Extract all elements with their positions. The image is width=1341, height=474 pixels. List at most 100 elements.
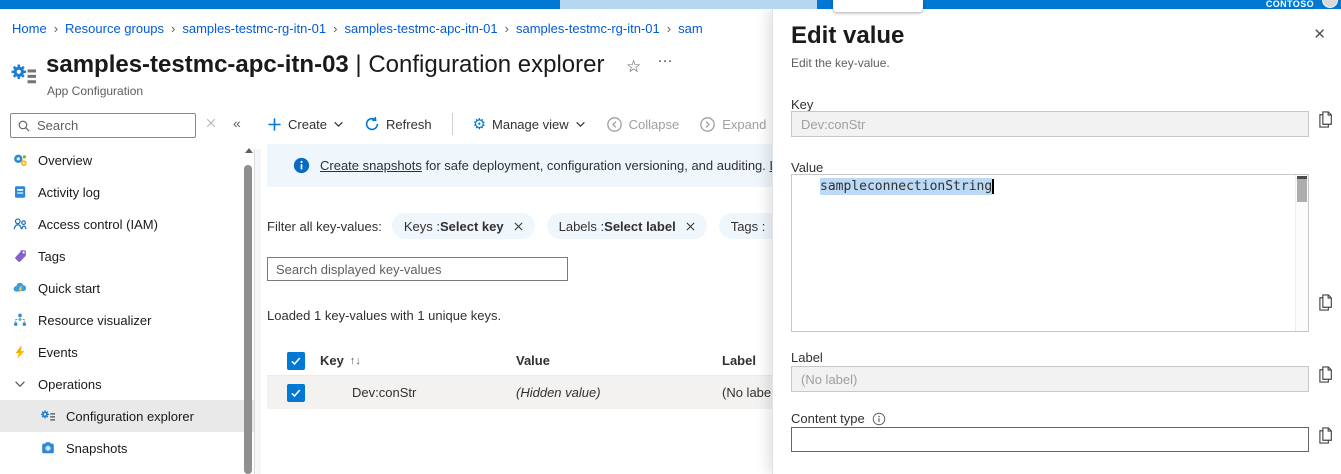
row-value: (Hidden value) — [516, 385, 601, 400]
search-icon — [17, 119, 31, 133]
refresh-label: Refresh — [386, 117, 432, 132]
sidebar-item-tags[interactable]: Tags — [0, 240, 255, 272]
content-type-input[interactable] — [791, 427, 1309, 452]
manage-view-button[interactable]: ⚙ Manage view — [473, 117, 586, 132]
dismiss-icon[interactable] — [684, 220, 697, 233]
sidebar-item-label: Events — [38, 345, 78, 360]
resource-type-subtitle: App Configuration — [47, 84, 143, 98]
title-separator: | — [349, 51, 369, 78]
sidebar-search[interactable] — [10, 113, 196, 138]
value-editor[interactable]: sampleconnectionString — [791, 174, 1309, 332]
chip-value: Select label — [604, 219, 676, 234]
sidebar-item-overview[interactable]: Overview — [0, 144, 255, 176]
activity-log-icon — [12, 184, 28, 200]
create-snapshots-link[interactable]: Create snapshots — [320, 158, 422, 173]
expand-circle-icon — [699, 116, 716, 133]
breadcrumb-partial[interactable]: sam — [678, 21, 703, 36]
row-checkbox[interactable] — [287, 384, 305, 402]
banner-body-text: for safe deployment, configuration versi… — [422, 158, 770, 173]
sidebar-item-configuration-explorer[interactable]: Configuration explorer — [0, 400, 255, 432]
sidebar-scrollbar-thumb[interactable] — [244, 165, 252, 474]
labels-filter-chip[interactable]: Labels : Select label — [547, 213, 707, 239]
collapse-label: Collapse — [629, 117, 680, 132]
breadcrumb-apc[interactable]: samples-testmc-apc-itn-01 — [344, 21, 497, 36]
breadcrumb-rg-2[interactable]: samples-testmc-rg-itn-01 — [516, 21, 660, 36]
sidebar-item-label: Operations — [38, 377, 102, 392]
breadcrumb-separator: › — [498, 21, 516, 36]
sidebar-item-label: Overview — [38, 153, 92, 168]
copy-value-icon[interactable] — [1317, 293, 1334, 312]
info-banner: Create snapshots for safe deployment, co… — [267, 144, 772, 187]
snapshots-icon — [40, 440, 56, 456]
resource-visualizer-icon — [12, 312, 28, 328]
copy-content-type-icon[interactable] — [1317, 426, 1334, 445]
info-tooltip-icon[interactable] — [872, 412, 886, 426]
tag-icon — [12, 248, 28, 264]
column-header-key[interactable]: Key — [320, 353, 344, 368]
directory-name[interactable]: CONTOSO — [1266, 0, 1314, 9]
refresh-icon — [364, 116, 380, 132]
sidebar-item-label: Access control (IAM) — [38, 217, 158, 232]
chevron-down-icon — [333, 119, 344, 130]
top-search-highlight — [560, 0, 817, 9]
top-search-flyout[interactable] — [833, 0, 923, 12]
breadcrumb-home[interactable]: Home — [12, 21, 47, 36]
scroll-up-icon[interactable] — [245, 148, 253, 153]
breadcrumb-rg[interactable]: samples-testmc-rg-itn-01 — [182, 21, 326, 36]
breadcrumb-separator: › — [47, 21, 65, 36]
collapse-button: Collapse — [606, 116, 680, 133]
page-title: samples-testmc-apc-itn-03 | Configuratio… — [46, 51, 604, 79]
column-header-label: Label — [722, 353, 756, 368]
chevron-down-icon — [12, 376, 28, 392]
view-name: Configuration explorer — [368, 51, 604, 78]
collapse-circle-icon — [606, 116, 623, 133]
breadcrumb-resource-groups[interactable]: Resource groups — [65, 21, 164, 36]
collapse-menu-icon[interactable]: « — [233, 115, 241, 131]
copy-label-icon[interactable] — [1317, 365, 1334, 384]
sidebar-item-events[interactable]: Events — [0, 336, 255, 368]
value-editor-scrollbar-thumb[interactable] — [1297, 176, 1307, 202]
select-all-checkbox[interactable] — [287, 352, 305, 370]
sidebar-scrollbar[interactable] — [244, 144, 253, 474]
keys-filter-chip[interactable]: Keys : Select key — [392, 213, 535, 239]
close-icon[interactable]: ✕ — [1313, 25, 1326, 43]
sidebar-search-input[interactable] — [37, 118, 187, 133]
plus-icon — [267, 117, 282, 132]
content-type-field-label: Content type — [791, 411, 865, 426]
dismiss-icon[interactable] — [512, 220, 525, 233]
sidebar-item-activity-log[interactable]: Activity log — [0, 176, 255, 208]
keyvalues-search-input[interactable] — [267, 257, 568, 281]
gear-icon: ⚙ — [473, 117, 486, 132]
events-icon — [12, 344, 28, 360]
breadcrumb: Home › Resource groups › samples-testmc-… — [12, 21, 703, 36]
breadcrumb-separator: › — [660, 21, 678, 36]
info-icon — [293, 157, 310, 174]
sort-icon[interactable]: ↑↓ — [350, 355, 361, 367]
sidebar-item-quick-start[interactable]: Quick start — [0, 272, 255, 304]
loaded-status-text: Loaded 1 key-values with 1 unique keys. — [267, 308, 501, 323]
sidebar-item-resource-visualizer[interactable]: Resource visualizer — [0, 304, 255, 336]
more-options-icon[interactable]: … — [657, 49, 674, 67]
row-key[interactable]: Dev:conStr — [352, 385, 416, 400]
sidebar-item-label: Configuration explorer — [66, 409, 194, 424]
key-input — [791, 111, 1309, 137]
create-button[interactable]: Create — [267, 117, 344, 132]
sidebar-item-partial[interactable] — [0, 464, 255, 474]
keyvalues-table: Key ↑↓ Value Label Dev:conStr (Hidden va… — [267, 346, 772, 409]
sidebar-item-snapshots[interactable]: Snapshots — [0, 432, 255, 464]
sidebar-group-operations[interactable]: Operations — [0, 368, 255, 400]
copy-key-icon[interactable] — [1317, 110, 1334, 129]
sidebar-item-access-control[interactable]: Access control (IAM) — [0, 208, 255, 240]
edit-value-panel: ✕ Edit value Edit the key-value. Key Val… — [772, 9, 1341, 474]
tags-filter-chip[interactable]: Tags : — [719, 213, 772, 239]
refresh-button[interactable]: Refresh — [364, 116, 432, 132]
favorite-star-icon[interactable]: ☆ — [626, 57, 641, 77]
clear-search-icon[interactable] — [205, 117, 217, 129]
value-editor-scrollbar[interactable] — [1295, 175, 1308, 331]
sidebar-item-label: Activity log — [38, 185, 100, 200]
table-row[interactable]: Dev:conStr (Hidden value) (No label) — [267, 376, 772, 409]
toolbar-divider — [452, 113, 453, 135]
create-label: Create — [288, 117, 327, 132]
banner-message: Create snapshots for safe deployment, co… — [320, 158, 772, 173]
key-field-label: Key — [791, 97, 813, 112]
